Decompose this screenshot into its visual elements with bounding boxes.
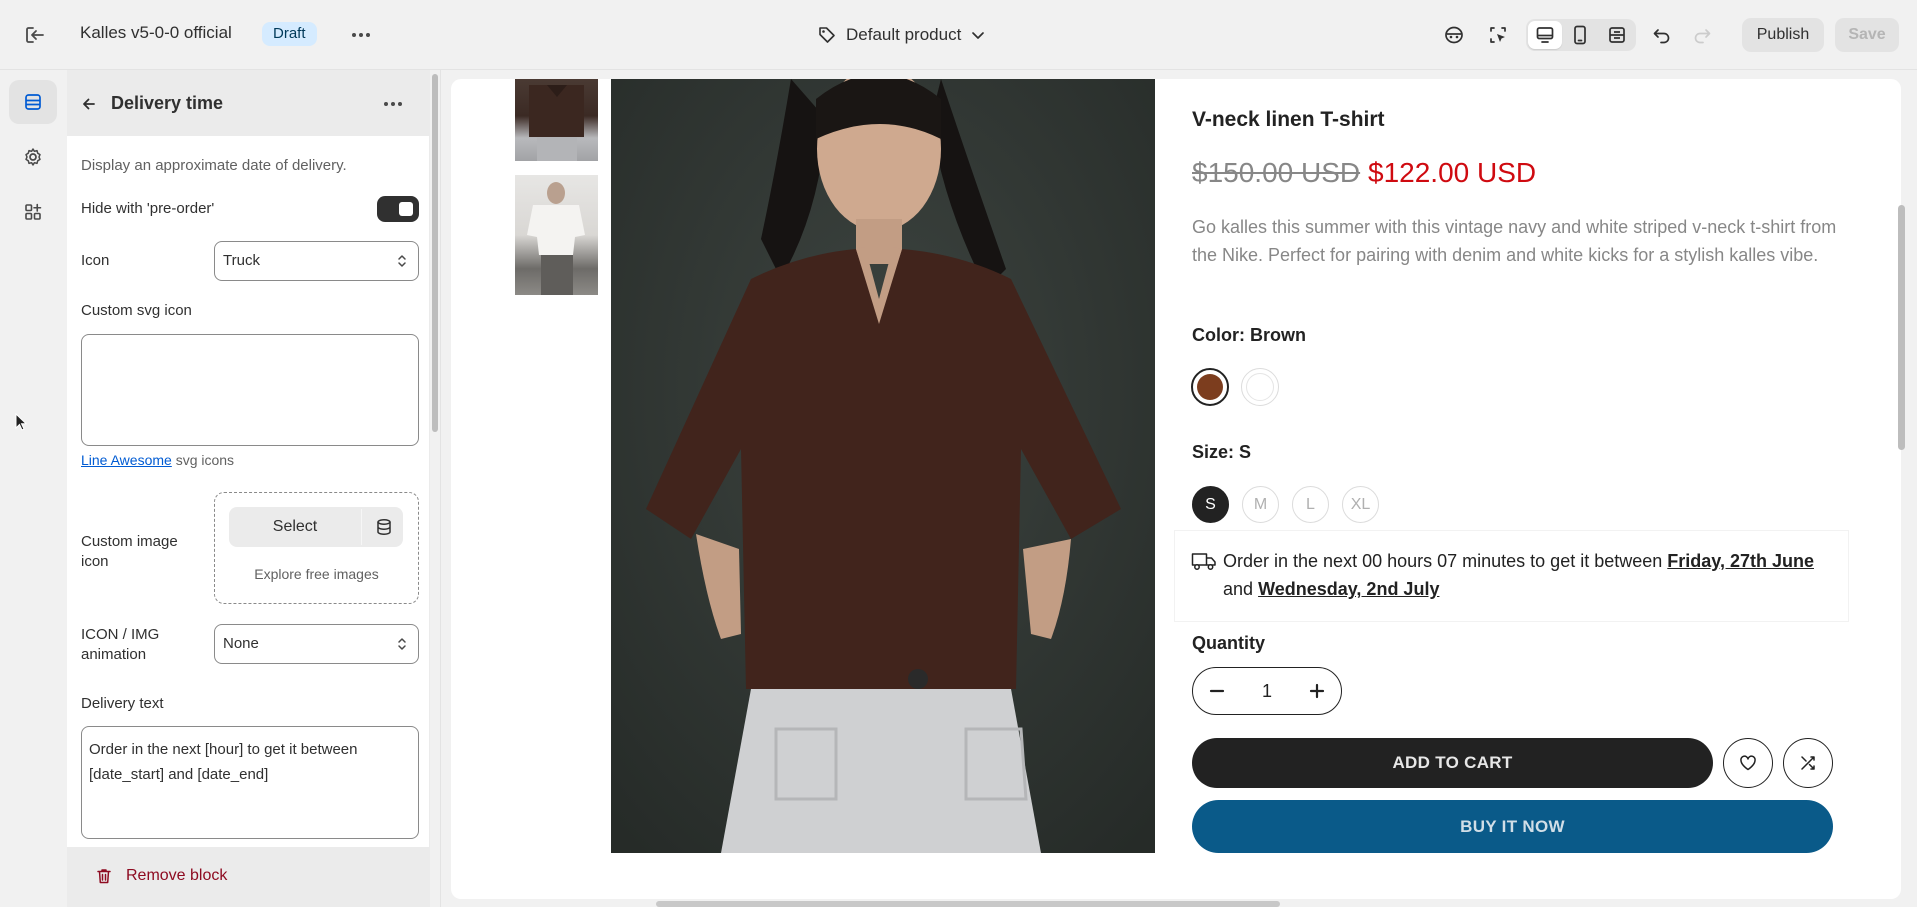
image-select-button[interactable]: Select (229, 507, 361, 547)
back-arrow-icon[interactable] (77, 92, 101, 116)
panel-header: Delivery time (67, 70, 430, 136)
color-swatch-brown[interactable] (1191, 368, 1229, 406)
mobile-view-icon[interactable] (1565, 21, 1595, 49)
color-option-label: Color: Brown (1192, 325, 1306, 345)
size-option-m[interactable]: M (1242, 486, 1279, 523)
trash-icon (95, 867, 113, 885)
desktop-view-icon[interactable] (1530, 21, 1560, 49)
store-name: Kalles v5-0-0 official (80, 23, 232, 42)
size-option-s[interactable]: S (1192, 486, 1229, 523)
color-swatch-white[interactable] (1241, 368, 1279, 406)
product-thumbnail-1[interactable] (515, 79, 598, 161)
full-width-view-icon[interactable] (1602, 21, 1632, 49)
ai-icon[interactable] (1439, 21, 1469, 49)
compare-at-price: $150.00 USD (1192, 157, 1361, 188)
minus-icon[interactable] (1193, 668, 1241, 714)
panel-divider (440, 70, 441, 907)
panel-title: Delivery time (111, 93, 224, 113)
heart-icon[interactable] (1723, 738, 1773, 788)
product-description: Go kalles this summer with this vintage … (1192, 217, 1837, 265)
delivery-text-textarea[interactable]: Order in the next [hour] to get it betwe… (81, 726, 419, 839)
template-selector[interactable]: Default product (818, 20, 985, 50)
icon-select-value: Truck (223, 252, 260, 269)
delivery-and: and (1223, 579, 1254, 599)
size-option-label: Size: S (1192, 442, 1252, 462)
truck-icon (1191, 550, 1217, 572)
plus-icon[interactable] (1293, 668, 1341, 714)
animation-select-value: None (223, 635, 259, 652)
select-arrows-icon (396, 636, 408, 652)
chevron-down-icon (971, 30, 985, 40)
more-actions-icon[interactable] (346, 22, 376, 48)
delivery-prefix: Order in the next 00 hours 07 minutes to… (1223, 551, 1663, 571)
panel-more-icon[interactable] (378, 91, 408, 117)
product-thumbnail-2[interactable] (515, 175, 598, 295)
sale-price: $122.00 USD (1368, 157, 1537, 188)
apps-icon (23, 202, 43, 222)
hide-preorder-label: Hide with 'pre-order' (81, 200, 215, 217)
main-product-image[interactable] (611, 79, 1155, 853)
remove-block-label: Remove block (126, 867, 228, 884)
theme-settings-nav-button[interactable] (9, 135, 57, 179)
delivery-start-date: Friday, 27th June (1667, 551, 1814, 571)
sections-icon (23, 92, 43, 112)
swatch-fill (1197, 374, 1223, 400)
size-option-xl[interactable]: XL (1342, 486, 1379, 523)
remove-block-button[interactable]: Remove block (95, 867, 227, 885)
custom-image-label: Custom image icon (81, 533, 178, 570)
quantity-value[interactable]: 1 (1241, 668, 1293, 714)
select-arrows-icon (396, 253, 408, 269)
swatch-fill (1246, 373, 1274, 401)
size-option-l[interactable]: L (1292, 486, 1329, 523)
tag-icon (818, 26, 836, 44)
preview-scrollbar[interactable] (1898, 205, 1905, 450)
icon-label: Icon (81, 252, 110, 269)
delivery-text-label: Delivery text (81, 695, 164, 712)
quantity-stepper: 1 (1192, 667, 1342, 715)
line-awesome-link[interactable]: Line Awesome (81, 452, 172, 468)
save-button[interactable]: Save (1835, 18, 1899, 52)
delivery-time-block[interactable]: Order in the next 00 hours 07 minutes to… (1175, 531, 1848, 621)
publish-button[interactable]: Publish (1742, 18, 1824, 52)
toggle-knob (399, 202, 413, 216)
compare-shuffle-icon[interactable] (1783, 738, 1833, 788)
delivery-message: Order in the next 00 hours 07 minutes to… (1223, 547, 1833, 603)
button-divider (361, 509, 362, 545)
custom-svg-textarea[interactable] (81, 334, 419, 446)
animation-label: ICON / IMG animation (81, 626, 160, 663)
sections-nav-button[interactable] (9, 80, 57, 124)
helper-suffix: svg icons (175, 452, 235, 468)
undo-icon[interactable] (1647, 21, 1677, 49)
inspector-icon[interactable] (1483, 21, 1513, 49)
template-name: Default product (846, 25, 962, 44)
svg-helper-text: Line Awesome svg icons (81, 452, 234, 468)
panel-scrollbar[interactable] (432, 74, 438, 432)
apps-nav-button[interactable] (9, 190, 57, 234)
status-badge: Draft (262, 22, 317, 46)
animation-select[interactable]: None (214, 624, 419, 664)
delivery-end-date: Wednesday, 2nd July (1258, 579, 1440, 599)
custom-svg-label: Custom svg icon (81, 302, 192, 319)
mouse-pointer-icon (15, 413, 27, 431)
gear-icon (23, 147, 43, 167)
product-title: V-neck linen T-shirt (1192, 108, 1385, 131)
quantity-label: Quantity (1192, 633, 1266, 653)
panel-description: Display an approximate date of delivery. (81, 157, 347, 174)
top-bar: Kalles v5-0-0 official Draft Default pro… (0, 0, 1917, 70)
icon-select[interactable]: Truck (214, 241, 419, 281)
redo-icon[interactable] (1687, 21, 1717, 49)
database-icon[interactable] (365, 507, 403, 547)
hide-preorder-toggle[interactable] (377, 196, 419, 222)
add-to-cart-button[interactable]: ADD TO CART (1192, 738, 1713, 788)
explore-images-link[interactable]: Explore free images (214, 566, 419, 582)
buy-it-now-button[interactable]: BUY IT NOW (1192, 800, 1833, 853)
exit-icon[interactable] (18, 21, 52, 49)
preview-horizontal-scrollbar[interactable] (656, 901, 1280, 907)
